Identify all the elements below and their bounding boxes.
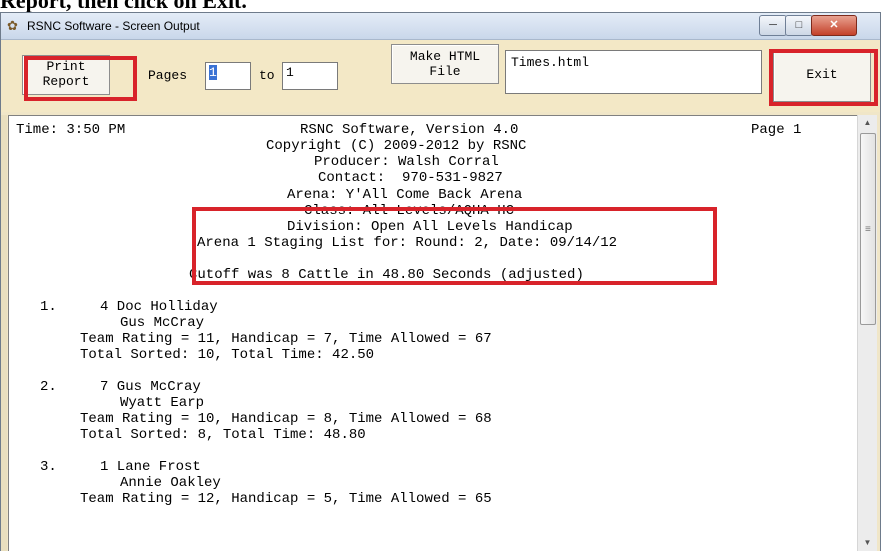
maximize-icon: □: [795, 19, 803, 31]
close-icon: ✕: [829, 19, 839, 31]
make-html-label-1: Make HTML: [409, 49, 481, 64]
scroll-down-arrow-icon[interactable]: ▼: [858, 535, 877, 551]
entry-rating: Team Rating = 10, Handicap = 8, Time All…: [80, 411, 492, 427]
entry-rating: Team Rating = 12, Handicap = 5, Time All…: [80, 491, 492, 507]
minimize-icon: ─: [769, 19, 777, 31]
print-report-highlight: [24, 56, 137, 101]
window-title: RSNC Software - Screen Output: [27, 19, 200, 33]
entry-rider: Gus McCray: [120, 315, 205, 331]
to-label: to: [259, 68, 275, 83]
vertical-scrollbar[interactable]: ▲ ≡ ▼: [857, 115, 877, 551]
entry-rank: 2.: [40, 379, 57, 395]
scroll-thumb[interactable]: ≡: [860, 133, 876, 325]
report-copyright: Copyright (C) 2009-2012 by RSNC: [266, 138, 527, 154]
pages-to-input[interactable]: 1: [282, 62, 338, 90]
scroll-up-arrow-icon[interactable]: ▲: [858, 115, 877, 131]
entry-total: Total Sorted: 10, Total Time: 42.50: [80, 347, 375, 363]
report-producer: Producer: Walsh Corral: [314, 154, 499, 170]
pages-label: Pages: [148, 68, 188, 83]
entry-rank: 3.: [40, 459, 57, 475]
title-bar[interactable]: ✿ RSNC Software - Screen Output ─ □ ✕: [1, 13, 880, 40]
entry-rider: Wyatt Earp: [120, 395, 205, 411]
entry-total: Total Sorted: 8, Total Time: 48.80: [80, 427, 366, 443]
maximize-button[interactable]: □: [785, 15, 813, 36]
pages-to-value: 1: [286, 65, 294, 80]
html-filename-value: Times.html: [511, 55, 590, 70]
report-version: RSNC Software, Version 4.0: [300, 122, 519, 138]
pages-from-input[interactable]: 1: [205, 62, 251, 90]
report-arena: Arena: Y'All Come Back Arena: [287, 187, 523, 203]
entry-rank: 1.: [40, 299, 57, 315]
close-button[interactable]: ✕: [811, 15, 857, 36]
entry-team: 1 Lane Frost: [100, 459, 201, 475]
screen-output-window: ✿ RSNC Software - Screen Output ─ □ ✕ Pr…: [0, 12, 881, 551]
entry-team: 7 Gus McCray: [100, 379, 201, 395]
grip-icon: ≡: [865, 224, 871, 235]
make-html-label-2: File: [429, 64, 461, 79]
entry-rating: Team Rating = 11, Handicap = 7, Time All…: [80, 331, 492, 347]
html-filename-input[interactable]: Times.html: [505, 50, 762, 94]
report-page-number: Page 1: [751, 122, 802, 138]
report-output-area[interactable]: Time: 3:50 PM RSNC Software, Version 4.0…: [8, 115, 858, 551]
app-icon: ✿: [7, 18, 18, 33]
entry-team: 4 Doc Holliday: [100, 299, 218, 315]
make-html-file-button[interactable]: Make HTML File: [391, 44, 499, 84]
minimize-button[interactable]: ─: [759, 15, 787, 36]
pages-from-value: 1: [209, 65, 217, 80]
event-info-highlight: [192, 207, 717, 285]
window-left-edge: [1, 115, 7, 551]
report-time: Time: 3:50 PM: [16, 122, 126, 138]
entry-rider: Annie Oakley: [120, 475, 221, 491]
exit-highlight: [769, 49, 878, 106]
report-contact: Contact: 970-531-9827: [318, 170, 503, 186]
toolbar: Print Report Pages 1 to 1 Make HTML File…: [1, 40, 880, 112]
